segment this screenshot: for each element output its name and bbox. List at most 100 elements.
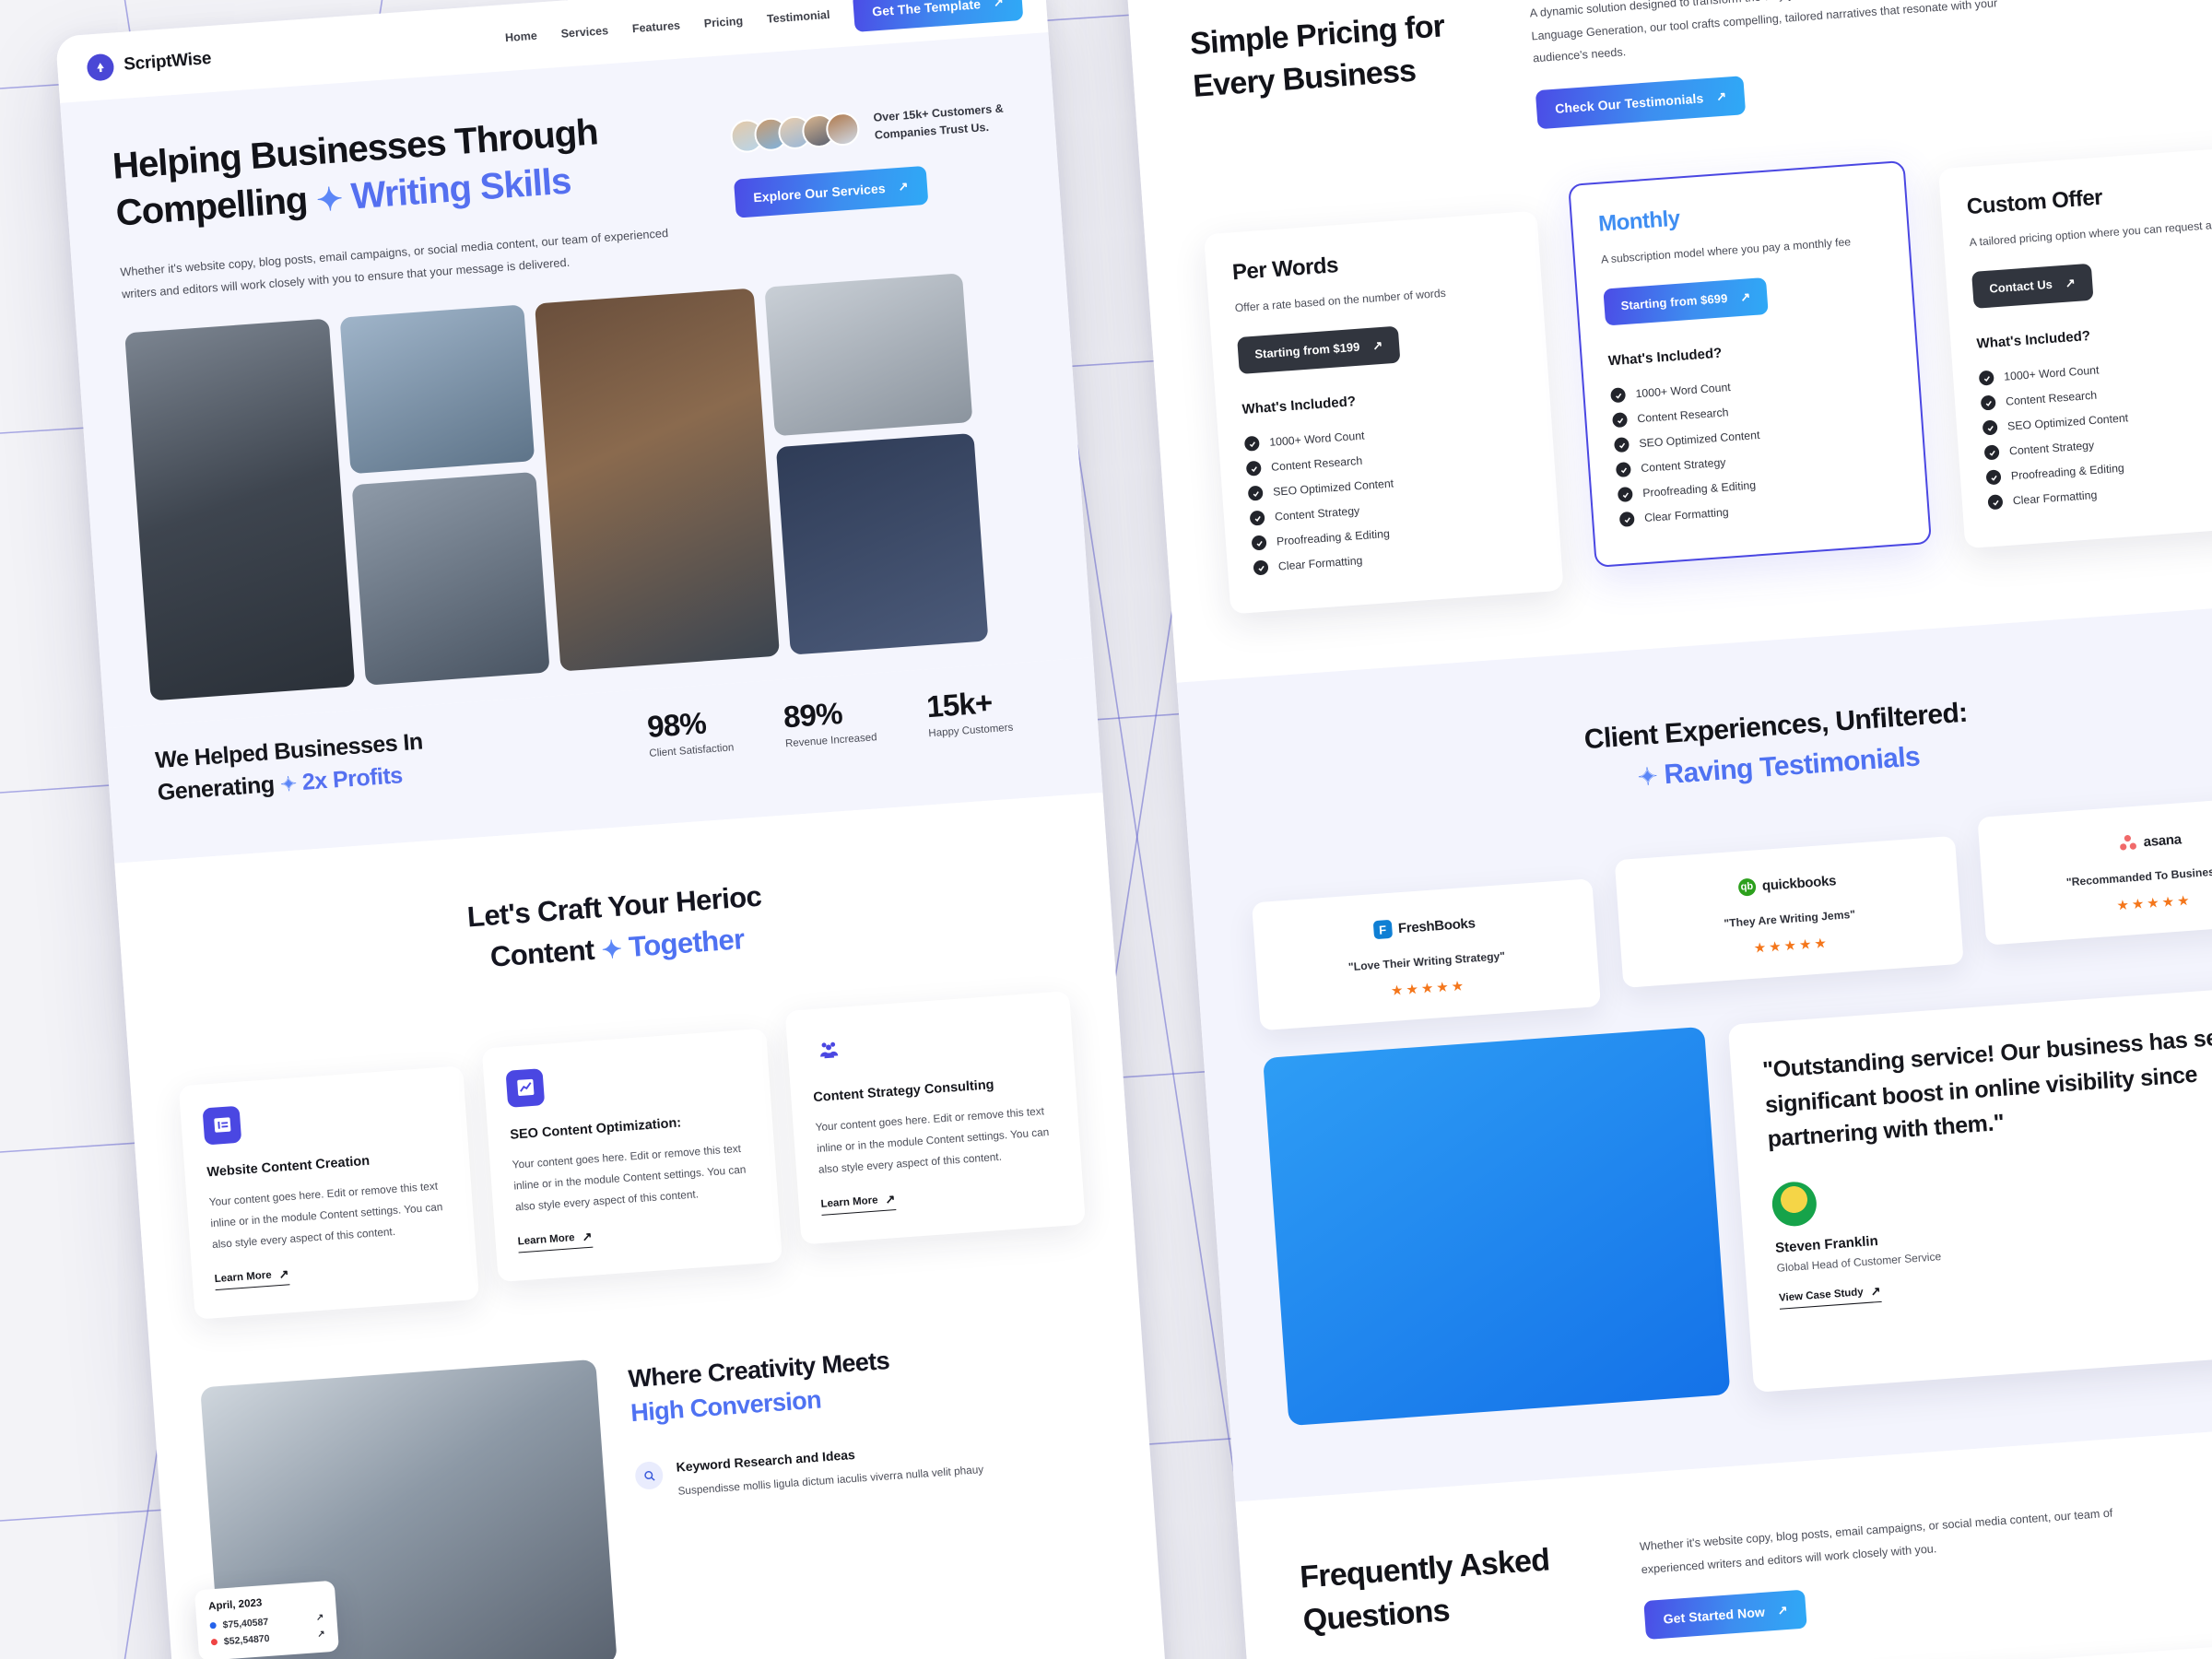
featured-testimonial-photo [1263,1027,1731,1427]
nav-link-home[interactable]: Home [505,29,538,44]
service-card-title: Website Content Creation [206,1153,371,1180]
check-icon [1243,435,1260,452]
hero-photo-3 [351,471,550,686]
logo-text: quickbooks [1761,873,1837,894]
arrow-up-right-icon: ↗ [1777,1603,1789,1618]
creativity-heading: Where Creativity Meets High Conversion [627,1329,1098,1432]
plan-name: Monthly [1597,206,1681,237]
plan-feature-label: SEO Optimized Content [2006,411,2129,433]
contact-us-button[interactable]: Contact Us ↗ [1971,263,2094,309]
testimonial-card-freshbooks[interactable]: F FreshBooks "Love Their Writing Strateg… [1252,878,1602,1031]
check-icon [1249,510,1265,526]
asana-dots-icon [2120,835,2136,851]
right-mockup-page: Simple Pricing for Every Business A dyna… [1120,0,2212,1659]
whats-included-title: What's Included? [1976,327,2091,352]
learn-more-link[interactable]: Learn More ↗ [214,1265,290,1290]
testimonials-section: Client Experiences, Unfiltered: ✦ Raving… [1176,597,2212,1502]
plan-price-button[interactable]: Starting from $699 ↗ [1603,276,1769,326]
featured-testimonial-author: Steven Franklin Global Head of Customer … [1771,1145,2212,1310]
plan-feature-label: 1000+ Word Count [2003,363,2100,383]
check-icon [1618,511,1635,528]
services-section: Let's Craft Your Herioc Content ✦ Togeth… [114,792,1136,1324]
hero-trust-block: Over 15k+ Customers & Companies Trust Us… [728,80,1012,218]
nav-link-services[interactable]: Services [560,24,608,41]
status-dot-blue [209,1622,217,1630]
plan-description: A tailored pricing option where you can … [1969,216,2212,249]
get-the-template-label: Get The Template [871,0,982,19]
avatar-group [729,112,861,155]
arrow-up-right-icon: ↗ [2065,275,2077,290]
get-started-now-button[interactable]: Get Started Now ↗ [1643,1590,1808,1641]
chip-date: April, 2023 [207,1596,263,1613]
sparkle-icon: ✦ [600,935,623,964]
pricing-card-custom-offer[interactable]: Custom Offer A tailored pricing option w… [1937,145,2212,548]
pricing-card-monthly[interactable]: Monthly A subscription model where you p… [1568,159,1932,568]
document-lines-icon [202,1105,242,1146]
hero-photo-collage [124,269,1043,701]
sparkle-icon: ✦ [279,772,298,796]
brand-name: ScriptWise [123,48,212,75]
testimonials-heading: Client Experiences, Unfiltered: ✦ Raving… [1241,668,2212,827]
service-card[interactable]: Content Strategy Consulting Your content… [784,990,1086,1245]
learn-more-label: Learn More [820,1194,878,1210]
faq-paragraph: Whether it's website copy, blog posts, e… [1639,1506,2113,1577]
featured-testimonial: "Outstanding service! Our business has s… [1263,982,2212,1427]
testimonial-card-asana[interactable]: asana "Recommanded To Businesses" ★★★★★ [1977,793,2212,947]
nav-link-features[interactable]: Features [631,19,680,36]
service-card[interactable]: Website Content Creation Your content go… [178,1065,480,1320]
chip-row: $52,54870 ↗ [210,1629,326,1648]
check-icon [1253,559,1269,576]
stat-label: Revenue Increased [784,731,877,750]
nav-link-pricing[interactable]: Pricing [703,15,743,30]
plan-feature-label: Content Research [1637,406,1729,426]
testimonial-quote: "Recommanded To Businesses" [2065,864,2212,889]
faq-heading-line2: Questions [1301,1592,1451,1639]
explore-our-services-button[interactable]: Explore Our Services ↗ [733,165,929,218]
check-icon [1982,419,1998,436]
service-card[interactable]: SEO Content Optimization: Your content g… [481,1028,783,1282]
check-icon [1247,485,1264,501]
services-heading-accent: Together [628,922,746,963]
faq-item[interactable]: Can content writing agencies handle spec… [1855,1635,2212,1659]
testimonial-card-quickbooks[interactable]: qb quickbooks "They Are Writing Jems" ★★… [1614,836,1964,989]
hero-photo-1 [124,318,356,701]
featured-testimonial-quote: "Outstanding service! Our business has s… [1761,1022,2212,1153]
check-icon [1613,437,1630,453]
plan-feature-label: Content Research [2005,388,2098,408]
plan-feature-label: 1000+ Word Count [1635,381,1732,401]
hero-subtitle: Whether it's website copy, blog posts, e… [119,226,669,301]
learn-more-link[interactable]: Learn More ↗ [820,1191,897,1216]
services-heading-line2: Content [488,933,595,973]
trend-up-icon: ↗ [316,1629,326,1641]
author-name: Steven Franklin [1774,1232,1879,1256]
asana-logo: asana [1997,818,2212,865]
plan-name: Per Words [1231,252,1339,285]
nav-link-testimonial[interactable]: Testimonial [767,8,830,26]
plan-feature-label: Proofreading & Editing [1641,478,1757,500]
service-card-title: Content Strategy Consulting [812,1077,995,1105]
pricing-card-per-words[interactable]: Per Words Offer a rate based on the numb… [1203,210,1564,614]
check-our-testimonials-button[interactable]: Check Our Testimonials ↗ [1535,75,1747,129]
creativity-body: Where Creativity Meets High Conversion K… [627,1324,1103,1505]
chart-trend-icon [505,1067,546,1108]
learn-more-link[interactable]: Learn More ↗ [517,1229,594,1253]
service-card-title: SEO Content Optimization: [509,1115,682,1143]
sparkle-icon: ✦ [315,182,344,219]
chip-value: $75,40587 [222,1616,269,1630]
plan-feature-label: Content Strategy [1640,455,1726,476]
creativity-feature: Keyword Research and Ideas Suspendisse m… [634,1430,1103,1505]
plan-price-button[interactable]: Starting from $199 ↗ [1237,325,1401,374]
plan-feature-label: SEO Optimized Content [1638,428,1760,451]
service-card-body: Your content goes here. Edit or remove t… [208,1179,443,1251]
get-started-label: Get Started Now [1663,1605,1766,1628]
check-icon [1245,460,1262,477]
check-icon [1615,462,1631,478]
brand[interactable]: ScriptWise [86,46,212,82]
get-the-template-button[interactable]: Get The Template ↗ [852,0,1024,32]
avatar [1771,1180,1818,1228]
whats-included-title: What's Included? [1241,393,1357,418]
pricing-heading-line2: Every Business [1192,53,1418,105]
creativity-photo: April, 2023 $75,40587 ↗ $52,54870 ↗ [194,1359,618,1659]
view-case-study-link[interactable]: View Case Study ↗ [1778,1283,1882,1310]
check-icon [1610,387,1627,404]
